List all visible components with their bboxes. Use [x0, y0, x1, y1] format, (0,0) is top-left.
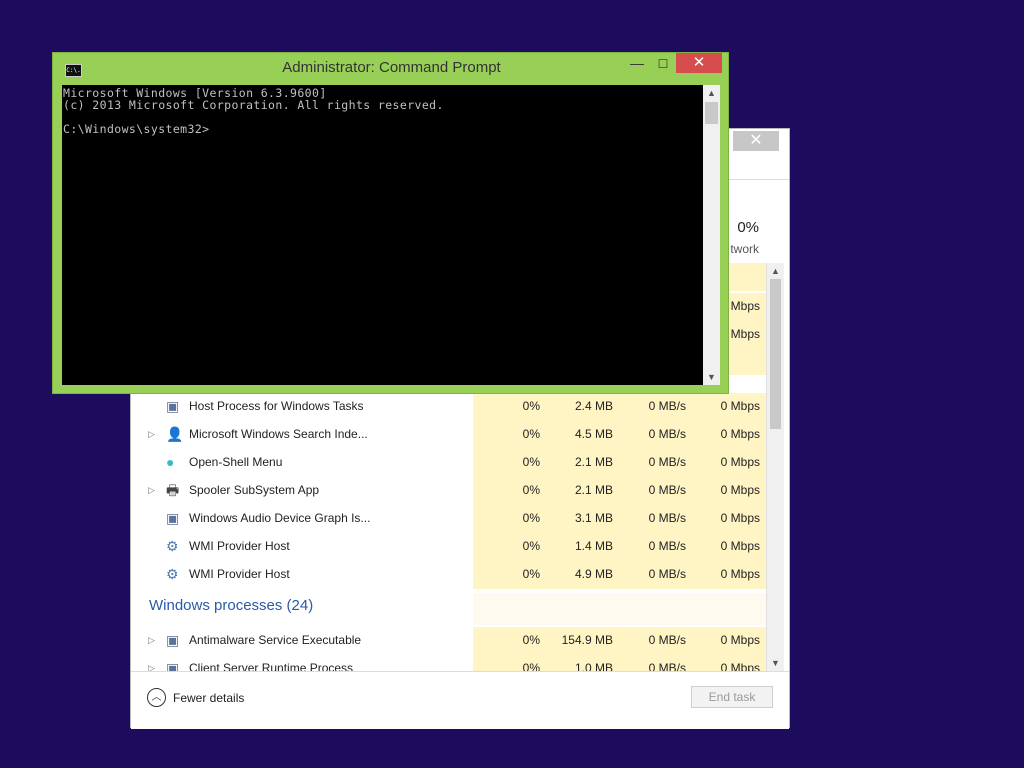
process-name: Host Process for Windows Tasks [189, 399, 364, 413]
disk-value: 0 MB/s [648, 633, 686, 647]
shell-orb-icon: ● [166, 454, 175, 470]
cpu-value: 0% [522, 455, 540, 469]
close-button[interactable]: ✕ [676, 53, 722, 73]
task-manager-close-button[interactable]: ✕ [733, 131, 779, 151]
network-value: 0 Mbps [720, 399, 760, 413]
disk-value: 0 MB/s [648, 455, 686, 469]
cell-highlight [546, 593, 619, 625]
network-value: 0 Mbps [720, 427, 760, 441]
cell-highlight [692, 593, 766, 625]
table-row[interactable]: ▣ Host Process for Windows Tasks 0% 2.4 MB 0… [131, 393, 766, 421]
maximize-button[interactable]: ☐ [651, 55, 675, 73]
table-row[interactable]: ⚙ WMI Provider Host 0% 4.9 MB 0 MB/s 0 Mbps [131, 561, 766, 589]
cpu-value: 0% [522, 567, 540, 581]
memory-value: 4.9 MB [574, 567, 613, 581]
scroll-down-icon[interactable]: ▼ [767, 655, 784, 671]
network-value: 0 Mbps [720, 539, 760, 553]
disk-value: 0 MB/s [648, 511, 686, 525]
window-app-icon: ▣ [166, 632, 180, 648]
process-name: Windows Audio Device Graph Is... [189, 511, 371, 525]
memory-value: 2.4 MB [574, 399, 613, 413]
cpu-value: 0% [522, 399, 540, 413]
process-name: Antimalware Service Executable [189, 633, 362, 647]
cpu-value: 0% [522, 483, 540, 497]
search-indexer-icon: 👤 [166, 426, 184, 442]
memory-value: 2.1 MB [574, 455, 613, 469]
process-list-scrollbar[interactable]: ▲ ▼ [766, 263, 784, 671]
process-name: Client Server Runtime Process [189, 661, 354, 671]
group-header-row[interactable]: Windows processes (24) [131, 593, 766, 625]
expand-arrow-icon[interactable]: ▷ [148, 635, 155, 646]
disk-value: 0 MB/s [648, 539, 686, 553]
cpu-value: 0% [522, 539, 540, 553]
table-row[interactable]: ● Open-Shell Menu 0% 2.1 MB 0 MB/s 0 Mbps [131, 449, 766, 477]
table-row[interactable]: ▷ 🖶 Spooler SubSystem App 0% 2.1 MB 0 MB/s 0 M… [131, 477, 766, 505]
scroll-thumb[interactable] [705, 102, 718, 124]
command-prompt-window: C:\. Administrator: Command Prompt — ☐ ✕… [52, 52, 729, 394]
network-value: 0 Mbps [720, 511, 760, 525]
disk-value: 0 MB/s [648, 399, 686, 413]
window-app-icon: ▣ [166, 398, 180, 414]
disk-value: 0 MB/s [648, 567, 686, 581]
console-scrollbar[interactable]: ▲ ▼ [703, 85, 720, 385]
process-name: Spooler SubSystem App [189, 483, 320, 497]
wmi-icon: ⚙ [166, 566, 179, 582]
disk-value: 0 MB/s [648, 661, 686, 671]
expand-arrow-icon[interactable]: ▷ [148, 429, 155, 440]
cpu-value: 0% [522, 661, 540, 671]
cell-highlight [473, 593, 546, 625]
scroll-down-icon[interactable]: ▼ [703, 369, 720, 385]
table-row[interactable]: ▷ 👤 Microsoft Windows Search Inde... 0% 4.5 … [131, 421, 766, 449]
cpu-value: 0% [522, 633, 540, 647]
process-name: Microsoft Windows Search Inde... [189, 427, 368, 441]
memory-value: 4.5 MB [574, 427, 613, 441]
network-value: 0 Mbps [720, 633, 760, 647]
network-usage-total: 0% [737, 219, 759, 236]
fewer-details-label: Fewer details [173, 691, 245, 705]
chevron-up-icon: ︿ [147, 688, 166, 707]
process-name: WMI Provider Host [189, 567, 290, 581]
scroll-thumb[interactable] [770, 279, 781, 429]
table-row[interactable]: ▷ ▣ Antimalware Service Executable 0% 154.9 … [131, 627, 766, 655]
task-manager-footer: ︿ Fewer details End task [131, 671, 789, 729]
memory-value: 1.0 MB [574, 661, 613, 671]
console-line: (c) 2013 Microsoft Corporation. All righ… [63, 98, 444, 112]
memory-value: 154.9 MB [561, 633, 613, 647]
disk-value: 0 MB/s [648, 427, 686, 441]
memory-value: 2.1 MB [574, 483, 613, 497]
scroll-up-icon[interactable]: ▲ [767, 263, 784, 279]
disk-value: 0 MB/s [648, 483, 686, 497]
cpu-value: 0% [522, 427, 540, 441]
cpu-value: 0% [522, 511, 540, 525]
minimize-button[interactable]: — [625, 55, 649, 73]
printer-icon: 🖶 [166, 482, 180, 498]
expand-arrow-icon[interactable]: ▷ [148, 663, 155, 671]
memory-value: 3.1 MB [574, 511, 613, 525]
window-app-icon: ▣ [166, 510, 180, 526]
process-name: Open-Shell Menu [189, 455, 283, 469]
table-row[interactable]: ⚙ WMI Provider Host 0% 1.4 MB 0 MB/s 0 Mbps [131, 533, 766, 561]
network-value: 0 Mbps [720, 455, 760, 469]
expand-arrow-icon[interactable]: ▷ [148, 485, 155, 496]
memory-value: 1.4 MB [574, 539, 613, 553]
console-prompt: C:\Windows\system32> [63, 122, 210, 136]
network-value: 0 Mbps [720, 567, 760, 581]
process-name: WMI Provider Host [189, 539, 290, 553]
network-value: 0 Mbps [720, 483, 760, 497]
wmi-icon: ⚙ [166, 538, 179, 554]
console-output[interactable]: Microsoft Windows [Version 6.3.9600] (c)… [62, 85, 703, 385]
scroll-up-icon[interactable]: ▲ [703, 85, 720, 101]
network-value: 0 Mbps [720, 661, 760, 671]
group-label: Windows processes (24) [149, 597, 314, 614]
window-app-icon: ▣ [166, 660, 180, 671]
cell-highlight [619, 593, 692, 625]
end-task-button[interactable]: End task [691, 686, 773, 708]
table-row[interactable]: ▷ ▣ Client Server Runtime Process 0% 1.0 MB 0… [131, 655, 766, 671]
table-row[interactable]: ▣ Windows Audio Device Graph Is... 0% 3.1 M… [131, 505, 766, 533]
